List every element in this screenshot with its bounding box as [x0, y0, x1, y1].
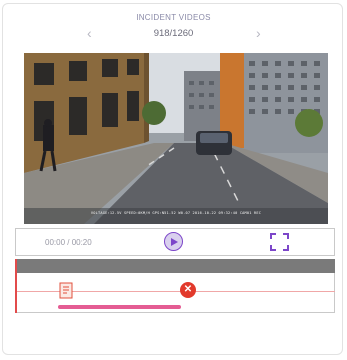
close-marker-icon[interactable]: ✕ [180, 282, 196, 298]
document-marker-icon[interactable] [59, 282, 73, 299]
timeline-playhead[interactable] [15, 259, 17, 313]
playback-time: 00:00 / 00:20 [45, 238, 92, 247]
player-controls: 00:00 / 00:20 [15, 228, 335, 256]
section-title: INCIDENT VIDEOS [136, 13, 211, 22]
fullscreen-icon[interactable] [270, 233, 289, 251]
street-scene-image [24, 53, 328, 224]
timeline-track-bar[interactable] [15, 259, 335, 273]
clip-range-bar[interactable] [58, 305, 181, 309]
play-button[interactable] [164, 232, 183, 251]
next-video-button[interactable]: › [256, 25, 261, 41]
video-frame[interactable] [24, 53, 328, 224]
video-counter: 918/1260 [153, 28, 194, 39]
video-telemetry-overlay: VOLTAGE:12.5V SPEED:0KM/H GPS:N51.52 W0.… [90, 211, 262, 215]
play-icon [171, 237, 178, 246]
